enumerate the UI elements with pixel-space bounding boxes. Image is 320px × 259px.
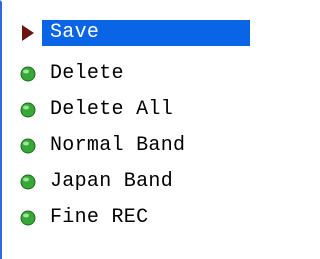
menu-item-delete[interactable]: Delete	[20, 56, 250, 92]
menu-item-japan-band[interactable]: Japan Band	[20, 164, 250, 200]
play-arrow-icon	[20, 25, 36, 41]
green-bullet-icon	[20, 174, 36, 190]
menu-item-delete-all[interactable]: Delete All	[20, 92, 250, 128]
menu-item-save[interactable]: Save	[20, 20, 250, 46]
green-bullet-icon	[20, 66, 36, 82]
selection-highlight: Save	[42, 20, 250, 46]
menu-item-label: Fine REC	[50, 206, 149, 229]
menu-item-label: Japan Band	[50, 170, 174, 193]
menu-item-label: Delete All	[50, 98, 174, 121]
green-bullet-icon	[20, 210, 36, 226]
green-bullet-icon	[20, 138, 36, 154]
menu-item-label: Delete	[50, 62, 124, 85]
green-bullet-icon	[20, 102, 36, 118]
menu-item-normal-band[interactable]: Normal Band	[20, 128, 250, 164]
context-menu: Save Delete Delete All Normal Band Japan…	[20, 20, 250, 236]
menu-item-fine-rec[interactable]: Fine REC	[20, 200, 250, 236]
menu-item-label: Normal Band	[50, 134, 186, 157]
menu-item-label: Save	[50, 21, 100, 44]
